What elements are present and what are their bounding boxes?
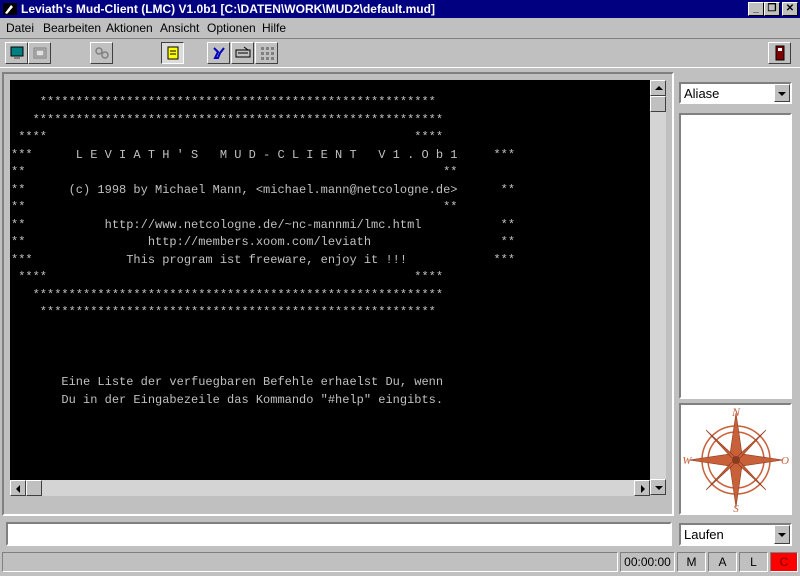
terminal-line: ** (c) 1998 by Michael Mann, <michael.ma… [11,182,516,197]
close-icon: ✕ [785,3,795,14]
toolbar [0,38,800,68]
scroll-up-button[interactable] [650,80,666,96]
notes-icon [167,46,178,60]
toolbar-phone-button[interactable] [768,42,791,64]
close-button[interactable]: ✕ [782,2,798,16]
toolbar-keyboard-button[interactable] [231,42,254,64]
arrow-left-icon [16,485,20,493]
maximize-icon: ❐ [767,3,777,14]
list-type-select[interactable]: Aliase [679,82,792,104]
monitor-icon [10,46,23,59]
status-m-indicator[interactable]: M [677,552,706,572]
compass-east: O [781,455,789,467]
arrow-down-icon [655,486,663,490]
connect-icon [94,47,109,59]
movement-mode-dropdown-button[interactable] [774,525,790,544]
compass-panel: N S W O [679,403,792,515]
movement-mode-value: Laufen [684,527,724,542]
toolbar-window-button[interactable] [28,42,51,64]
window-icon [33,47,46,59]
app-icon[interactable] [2,1,18,17]
menu-ansicht[interactable]: Ansicht [160,21,199,35]
menu-hilfe[interactable]: Hilfe [262,21,286,35]
maximize-button[interactable]: ❐ [764,2,780,16]
command-input[interactable] [9,525,667,541]
terminal-line: ** http://www.netcologne.de/~nc-mannmi/l… [11,217,516,232]
command-input-frame [6,522,672,546]
terminal-line: *** This program ist freeware, enjoy it … [11,252,516,267]
chevron-down-icon [778,533,786,537]
compass-rose-icon[interactable]: N S W O [681,405,790,515]
horizontal-scrollbar[interactable] [10,480,650,496]
toolbar-tools-button[interactable] [207,42,230,64]
chevron-down-icon [778,92,786,96]
terminal-line: **** **** [11,130,444,144]
toolbar-monitor-button[interactable] [5,42,28,64]
terminal-line: ****************************************… [11,287,444,302]
menu-optionen[interactable]: Optionen [207,21,256,35]
menu-bearbeiten[interactable]: Bearbeiten [43,21,101,35]
status-message [2,552,618,572]
terminal-line: Du in der Eingabezeile das Kommando "#he… [11,392,444,407]
menu-aktionen[interactable]: Aktionen [106,21,153,35]
compass-south: S [733,503,739,513]
alias-list[interactable] [679,113,792,399]
vertical-scrollbar[interactable] [650,80,666,495]
keyboard-icon [235,46,250,58]
list-type-dropdown-button[interactable] [774,84,790,102]
movement-mode-select[interactable]: Laufen [679,523,792,546]
compass-west: W [682,455,692,467]
minimize-button[interactable]: _ [748,2,764,16]
toolbar-connect-button[interactable] [90,42,113,64]
status-c-indicator[interactable]: C [770,552,798,572]
horizontal-scroll-thumb[interactable] [26,480,42,496]
tools-icon [212,47,225,59]
list-type-value: Aliase [684,86,720,101]
terminal-line: *** L E V I A T H ' S M U D - C L I E N … [11,147,516,162]
status-l-indicator[interactable]: L [739,552,768,572]
terminal-line: ****************************************… [11,305,436,319]
toolbar-grid-button[interactable] [255,42,278,64]
title-bar: Leviath's Mud-Client (LMC) V1.0b1 [C:\DA… [0,0,800,18]
toolbar-notes-button[interactable] [161,42,184,64]
terminal-line: ** http://members.xoom.com/leviath ** [11,235,516,249]
vertical-scroll-thumb[interactable] [650,96,666,112]
terminal-text: ****************************************… [10,80,650,409]
menu-datei[interactable]: Datei [6,21,34,35]
terminal-line: ** ** [11,165,458,179]
menu-bar: Datei Bearbeiten Aktionen Ansicht Option… [0,18,800,37]
terminal-line: Eine Liste der verfuegbaren Befehle erha… [11,375,444,389]
phone-icon [775,45,784,61]
scroll-down-button[interactable] [650,479,666,495]
terminal-output[interactable]: ****************************************… [10,80,650,481]
terminal-line: ****************************************… [11,112,444,127]
status-timer: 00:00:00 [620,552,675,572]
terminal-line: ** ** [11,200,458,214]
terminal-line: **** **** [11,270,444,284]
window-title: Leviath's Mud-Client (LMC) V1.0b1 [C:\DA… [21,2,435,16]
grid-icon [260,47,274,60]
terminal-line: ****************************************… [11,95,436,109]
arrow-right-icon [641,485,645,493]
arrow-up-icon [655,86,663,90]
scroll-right-button[interactable] [634,480,650,496]
scroll-left-button[interactable] [10,480,26,496]
compass-north: N [731,405,741,419]
minimize-icon: _ [753,3,759,14]
status-a-indicator[interactable]: A [708,552,737,572]
